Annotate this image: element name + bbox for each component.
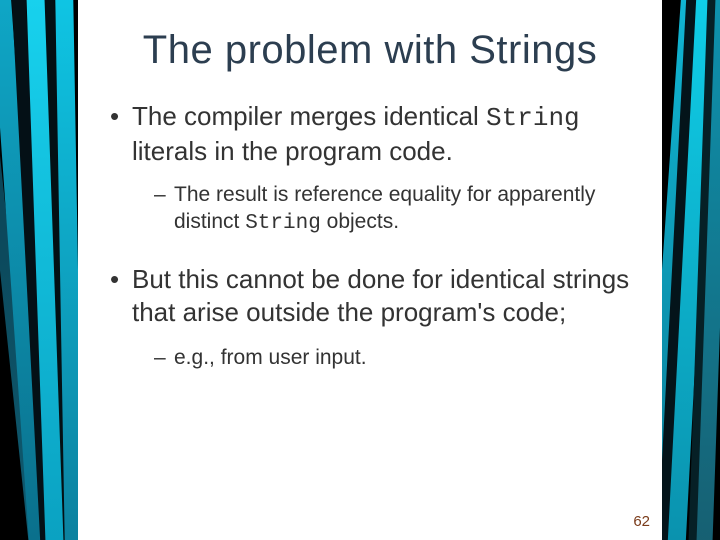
subbullet-text-suffix: objects.: [321, 210, 399, 233]
bullet-text-prefix: But this cannot be done for identical st…: [132, 264, 629, 327]
subbullet-item: e.g., from user input.: [154, 344, 634, 381]
subbullet-text-prefix: e.g., from user input.: [174, 346, 367, 369]
subbullet-item: The result is reference equality for app…: [154, 181, 634, 246]
decorative-right-strip: [662, 0, 720, 540]
bullet-item: The compiler merges identical String lit…: [106, 100, 634, 263]
bullet-text-suffix: literals in the program code.: [132, 136, 453, 166]
slide-body: The compiler merges identical String lit…: [78, 80, 662, 399]
page-number: 62: [633, 513, 650, 530]
subbullet-code: String: [245, 212, 321, 235]
bullet-text-prefix: The compiler merges identical: [132, 101, 486, 131]
slide: The problem with Strings The compiler me…: [0, 0, 720, 540]
bullet-item: But this cannot be done for identical st…: [106, 263, 634, 399]
content-panel: The problem with Strings The compiler me…: [78, 0, 662, 540]
decorative-left-strip: [0, 0, 78, 540]
bullet-code: String: [486, 103, 580, 133]
slide-title: The problem with Strings: [78, 0, 662, 80]
